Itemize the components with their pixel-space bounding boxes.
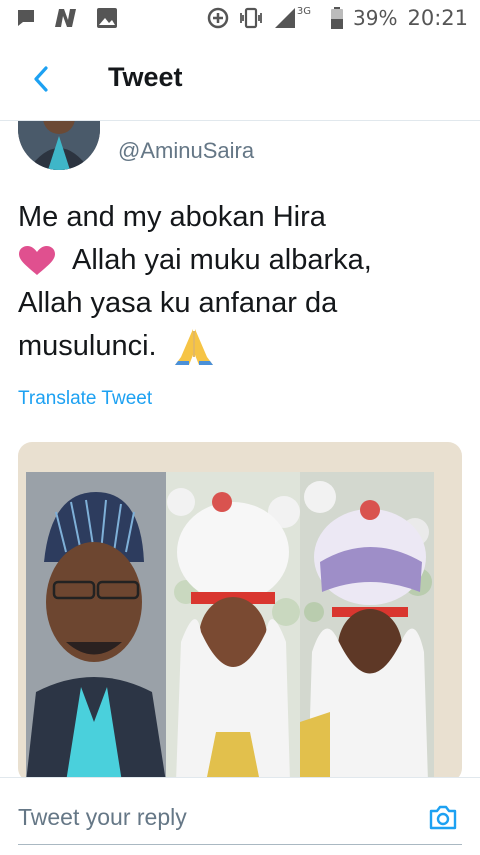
gallery-icon — [97, 8, 117, 28]
battery-icon — [331, 7, 344, 29]
translate-tweet-link[interactable]: Translate Tweet — [18, 388, 152, 410]
tweet-author-handle[interactable]: @AminuSaira — [118, 138, 254, 164]
reply-input-underline — [18, 844, 462, 845]
message-icon — [18, 10, 34, 26]
camera-icon[interactable] — [428, 802, 458, 832]
network-type: 3G — [296, 5, 312, 17]
news-icon — [55, 9, 76, 27]
page-title: Tweet — [108, 62, 183, 92]
tweet-text: Me and my abokan Hira Allah yai muku alb… — [18, 196, 468, 368]
heart-emoji-icon — [19, 245, 55, 275]
tweet-text-line: musulunci. — [18, 325, 468, 368]
signal-icon — [274, 8, 295, 28]
tweet-header: Tweet — [0, 36, 480, 121]
tweet-photo-2 — [166, 472, 300, 782]
tweet-text-line: Me and my abokan Hira — [18, 201, 326, 233]
tweet-media[interactable] — [18, 442, 462, 782]
folded-hands-emoji-icon — [174, 328, 213, 365]
tweet-text-line: Allah yasa ku anfanar da — [18, 287, 338, 319]
back-arrow-icon[interactable] — [28, 62, 56, 96]
vibrate-icon — [239, 7, 262, 29]
reply-input[interactable]: Tweet your reply — [18, 804, 187, 831]
tweet-photo-1 — [26, 472, 166, 782]
tweet-text-line: Allah yai muku albarka, — [18, 239, 468, 282]
tweet-photo-3 — [300, 472, 434, 782]
status-bar: 3G 39% 20:21 — [0, 0, 480, 36]
notification-icons — [16, 7, 118, 29]
clock: 20:21 — [407, 6, 468, 30]
battery-percent: 39% — [353, 6, 398, 30]
data-saver-icon — [207, 7, 229, 29]
reply-bar: Tweet your reply — [0, 777, 480, 855]
